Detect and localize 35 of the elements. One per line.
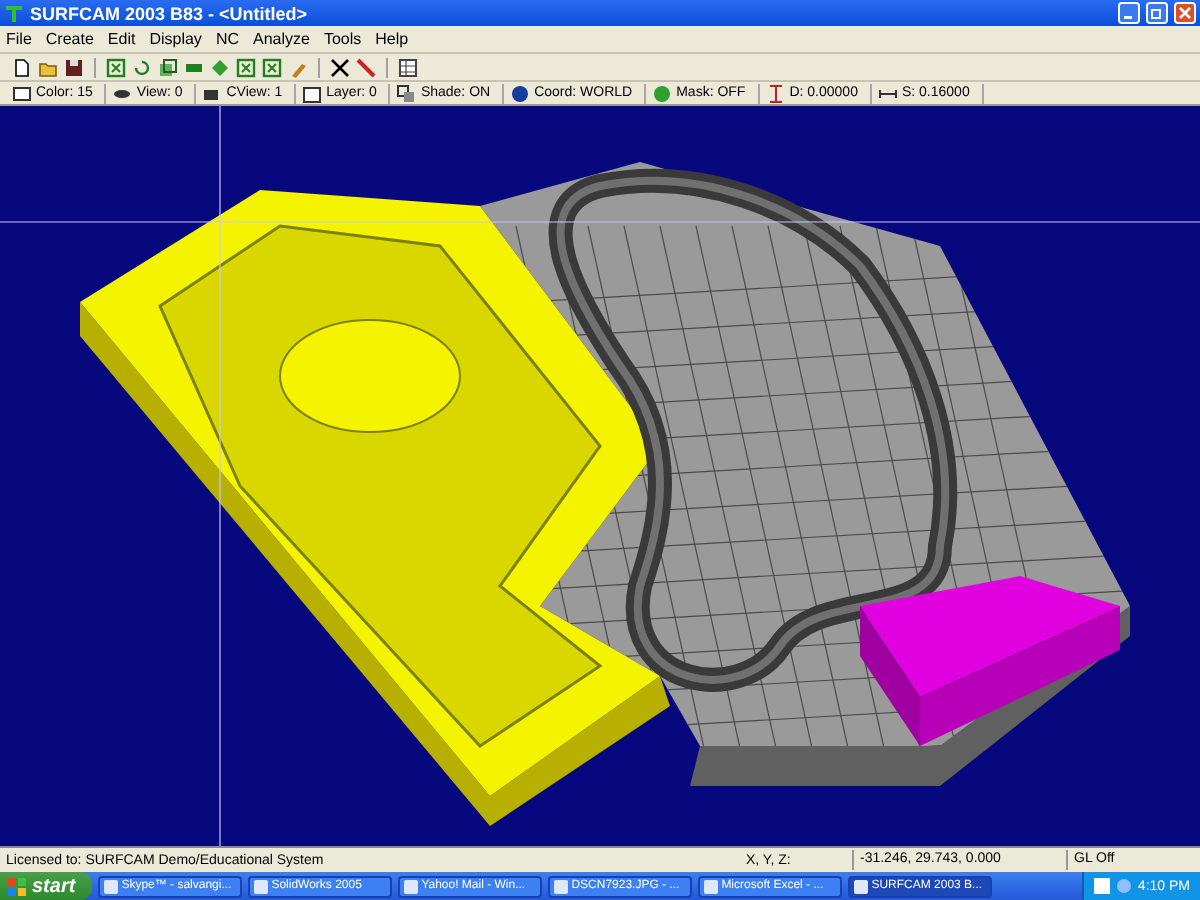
restore-button[interactable]	[1146, 2, 1168, 24]
menu-item[interactable]: Tools	[323, 30, 362, 48]
menu-item[interactable]: Edit	[107, 30, 136, 48]
measure-icon[interactable]	[356, 57, 376, 77]
window-title: SURFCAM 2003 B83 - <Untitled>	[30, 3, 310, 23]
open-folder-icon[interactable]	[38, 57, 58, 77]
app-icon	[253, 879, 268, 893]
delete-icon[interactable]	[330, 57, 350, 77]
start-button[interactable]: start	[0, 872, 92, 900]
menu-item[interactable]: Analyze	[253, 30, 310, 48]
menu-item[interactable]: File	[6, 30, 32, 48]
menu-item[interactable]: Create	[45, 30, 94, 48]
new-file-icon[interactable]	[12, 57, 32, 77]
close-icon	[1178, 6, 1192, 20]
app-icon	[4, 3, 24, 23]
app-icon	[553, 879, 568, 893]
menu-item[interactable]: NC	[215, 30, 239, 48]
menu-item[interactable]: Display	[149, 30, 202, 48]
app-icon	[103, 879, 118, 893]
shade-icon	[396, 83, 417, 103]
close-button[interactable]	[1174, 2, 1196, 24]
windows-logo-icon	[8, 877, 26, 895]
rotate-icon[interactable]	[132, 57, 152, 77]
square-icon	[12, 83, 32, 103]
layer-icon	[302, 83, 323, 103]
restore-icon	[1150, 6, 1164, 20]
menu-item[interactable]: Help	[375, 30, 409, 48]
save-icon[interactable]	[64, 57, 84, 77]
app-icon	[703, 879, 718, 893]
minimize-button[interactable]	[1118, 2, 1140, 24]
diamond-icon[interactable]	[210, 57, 230, 77]
depth-icon	[765, 83, 786, 103]
grid-icon[interactable]	[398, 57, 418, 77]
app-icon	[853, 879, 868, 893]
app-icon	[403, 879, 418, 893]
